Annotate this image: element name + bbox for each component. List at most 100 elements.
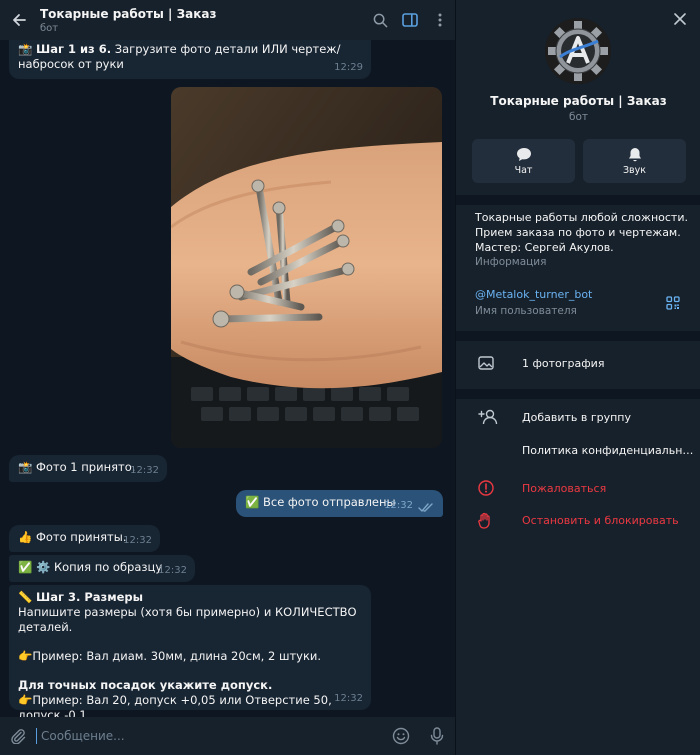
message-time: 12:32: [384, 500, 413, 511]
stop-and-block-row[interactable]: Остановить и блокировать: [456, 505, 700, 535]
stop-and-block-label: Остановить и блокировать: [522, 513, 679, 527]
description-caption: Информация: [475, 256, 547, 268]
step3-title-row: 📏 Шаг 3. Размеры: [18, 590, 362, 605]
add-to-group-label: Добавить в группу: [522, 410, 632, 424]
check-gear-emoji: ✅ ⚙️: [18, 560, 51, 574]
row-icon-holder: [456, 480, 522, 496]
hand-stop-icon: [478, 512, 490, 529]
row-icon-holder: [456, 409, 522, 425]
step3-line4: Пример: Вал 20, допуск +0,05 или Отверст…: [18, 693, 332, 717]
image-icon: [478, 356, 494, 370]
sound-action-label: Звук: [622, 164, 647, 176]
username-link[interactable]: @Metalok_turner_bot: [475, 288, 592, 301]
row-icon-holder: [456, 356, 522, 370]
chat-action-button[interactable]: Чат: [472, 139, 575, 183]
step3-line2-row: 👉Пример: Вал диам. 30мм, длина 20см, 2 ш…: [18, 649, 362, 664]
ruler-emoji: 📏: [18, 590, 33, 604]
double-check-icon: [418, 503, 433, 512]
add-to-group-row[interactable]: Добавить в группу: [456, 402, 700, 432]
profile-subtitle: бот: [568, 111, 589, 123]
arrow-left-icon: [13, 14, 26, 26]
chat-title-block[interactable]: Токарные работы | Заказ бот: [38, 6, 365, 35]
step1-bold: Шаг 1 из 6.: [35, 42, 112, 56]
attach-button[interactable]: [0, 717, 36, 755]
avatar[interactable]: [545, 18, 611, 84]
message-input[interactable]: [36, 728, 383, 744]
profile-info-pane: Токарные работы | Заказ бот Чат Звук Ток…: [455, 0, 700, 755]
step3-title: Шаг 3. Размеры: [35, 590, 144, 604]
message-list: 📸 Шаг 1 из 6. Загрузите фото детали ИЛИ …: [0, 40, 455, 717]
microphone-icon: [430, 727, 444, 745]
description-line: Прием заказа по фото и чертежам.: [475, 226, 681, 239]
camera-emoji: 📸: [18, 460, 33, 474]
chat-subtitle: бот: [40, 22, 59, 34]
more-vertical-icon: [438, 13, 442, 27]
bell-icon: [628, 147, 641, 161]
message-text: Все фото отправлены: [262, 495, 396, 509]
sidebar-icon: [402, 13, 418, 27]
username-caption: Имя пользователя: [475, 305, 577, 317]
add-user-icon: [478, 409, 498, 425]
emoji-button[interactable]: [383, 717, 419, 755]
chat-icon: [516, 147, 531, 161]
pointing-emoji: 👉: [18, 693, 33, 707]
media-photos-row[interactable]: 1 фотография: [456, 348, 700, 378]
paperclip-icon: [11, 729, 26, 744]
camera-emoji: 📸: [18, 42, 33, 56]
step3-line2: Пример: Вал диам. 30мм, длина 20см, 2 шт…: [32, 649, 322, 663]
divider: [456, 389, 700, 399]
message-time: 12:32: [123, 535, 152, 546]
chat-pane: Токарные работы | Заказ бот 📸 Шаг 1 из 6…: [0, 0, 455, 755]
privacy-policy-label: Политика конфиденциальност...: [522, 443, 694, 457]
chat-action-label: Чат: [514, 164, 533, 176]
pointing-emoji: 👉: [18, 649, 33, 663]
message-all-photos-sent[interactable]: ✅ Все фото отправлены 12:32: [236, 490, 443, 517]
message-text: Фото 1 принято.: [35, 460, 136, 474]
report-label: Пожаловаться: [522, 481, 607, 495]
composer: [0, 717, 455, 755]
close-info-button[interactable]: [674, 10, 686, 29]
message-step3[interactable]: 📏 Шаг 3. Размеры Напишите размеры (хотя …: [9, 585, 371, 717]
step3-line3: Для точных посадок укажите допуск.: [18, 678, 273, 692]
privacy-policy-row[interactable]: Политика конфиденциальност...: [456, 435, 700, 465]
step3-line1: Напишите размеры (хотя бы примерно) и КО…: [18, 605, 357, 634]
close-icon: [674, 13, 686, 25]
thumbs-up-emoji: 👍: [18, 530, 33, 544]
message-photo[interactable]: [171, 87, 442, 448]
bot-description: Токарные работы любой сложности. Прием з…: [475, 210, 695, 270]
message-step1[interactable]: 📸 Шаг 1 из 6. Загрузите фото детали ИЛИ …: [9, 40, 371, 79]
photo-image: [171, 87, 442, 448]
message-time: 12:32: [334, 693, 363, 704]
message-copy-by-sample[interactable]: ✅ ⚙️ Копия по образцу 12:32: [9, 555, 195, 582]
sound-action-button[interactable]: Звук: [583, 139, 686, 183]
divider: [456, 331, 700, 341]
gear-logo-icon: [545, 18, 611, 84]
message-photo-accepted[interactable]: 📸 Фото 1 принято. 12:32: [9, 455, 167, 482]
voice-button[interactable]: [419, 717, 455, 755]
search-button[interactable]: [365, 0, 395, 40]
chat-header: Токарные работы | Заказ бот: [0, 0, 455, 40]
message-time: 12:32: [130, 465, 159, 476]
divider: [456, 195, 700, 205]
media-photos-label: 1 фотография: [522, 356, 605, 370]
message-photos-accepted[interactable]: 👍 Фото приняты. 12:32: [9, 525, 160, 552]
message-time: 12:32: [158, 565, 187, 576]
more-menu-button[interactable]: [425, 0, 455, 40]
qr-code-button[interactable]: [666, 295, 680, 314]
warning-circle-icon: [478, 480, 494, 496]
search-icon: [373, 13, 387, 27]
message-time: 12:29: [334, 62, 363, 73]
toggle-sidebar-button[interactable]: [395, 0, 425, 40]
profile-name: Токарные работы | Заказ: [490, 94, 667, 108]
step3-line4-row: 👉Пример: Вал 20, допуск +0,05 или Отверс…: [18, 693, 362, 717]
smile-icon: [392, 727, 410, 745]
chat-title: Токарные работы | Заказ: [40, 6, 217, 21]
row-icon-holder: [456, 512, 522, 529]
message-text: Фото приняты.: [35, 530, 127, 544]
check-emoji: ✅: [245, 495, 260, 509]
back-button[interactable]: [0, 0, 38, 40]
report-row[interactable]: Пожаловаться: [456, 473, 700, 503]
description-line: Мастер: Сергей Акулов.: [475, 241, 614, 254]
message-text: Копия по образцу: [53, 560, 163, 574]
qr-code-icon: [666, 296, 680, 310]
